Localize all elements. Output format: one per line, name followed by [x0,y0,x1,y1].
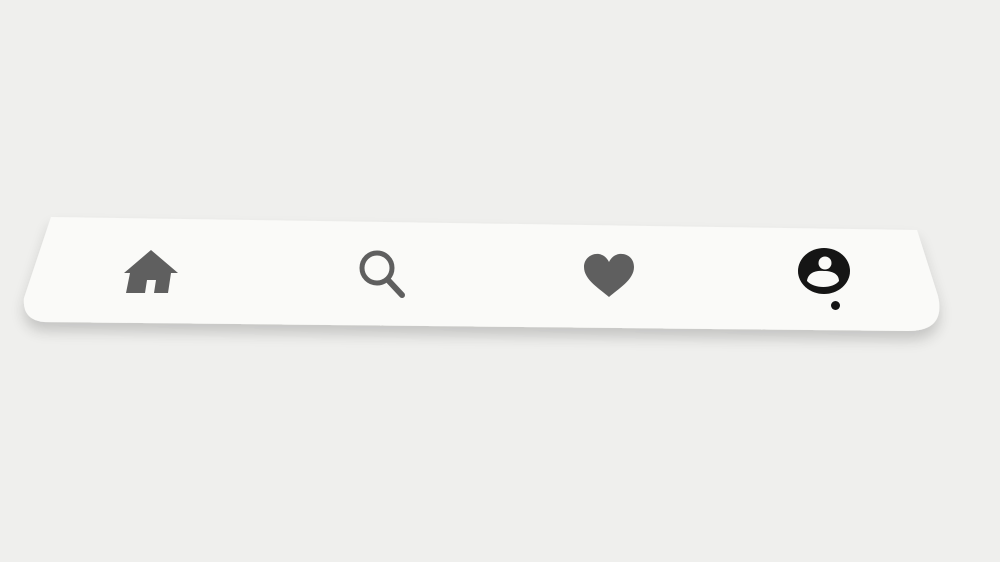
profile-icon [798,248,850,294]
search-icon [359,250,405,298]
tab-likes[interactable] [569,236,649,316]
tab-profile[interactable] [784,232,864,312]
app-screen [0,0,1000,562]
home-icon [124,250,178,293]
tab-home[interactable] [111,232,191,312]
active-tab-indicator [831,301,840,310]
bottom-tab-bar [20,214,950,344]
tab-search[interactable] [342,234,422,314]
heart-icon [584,253,634,297]
